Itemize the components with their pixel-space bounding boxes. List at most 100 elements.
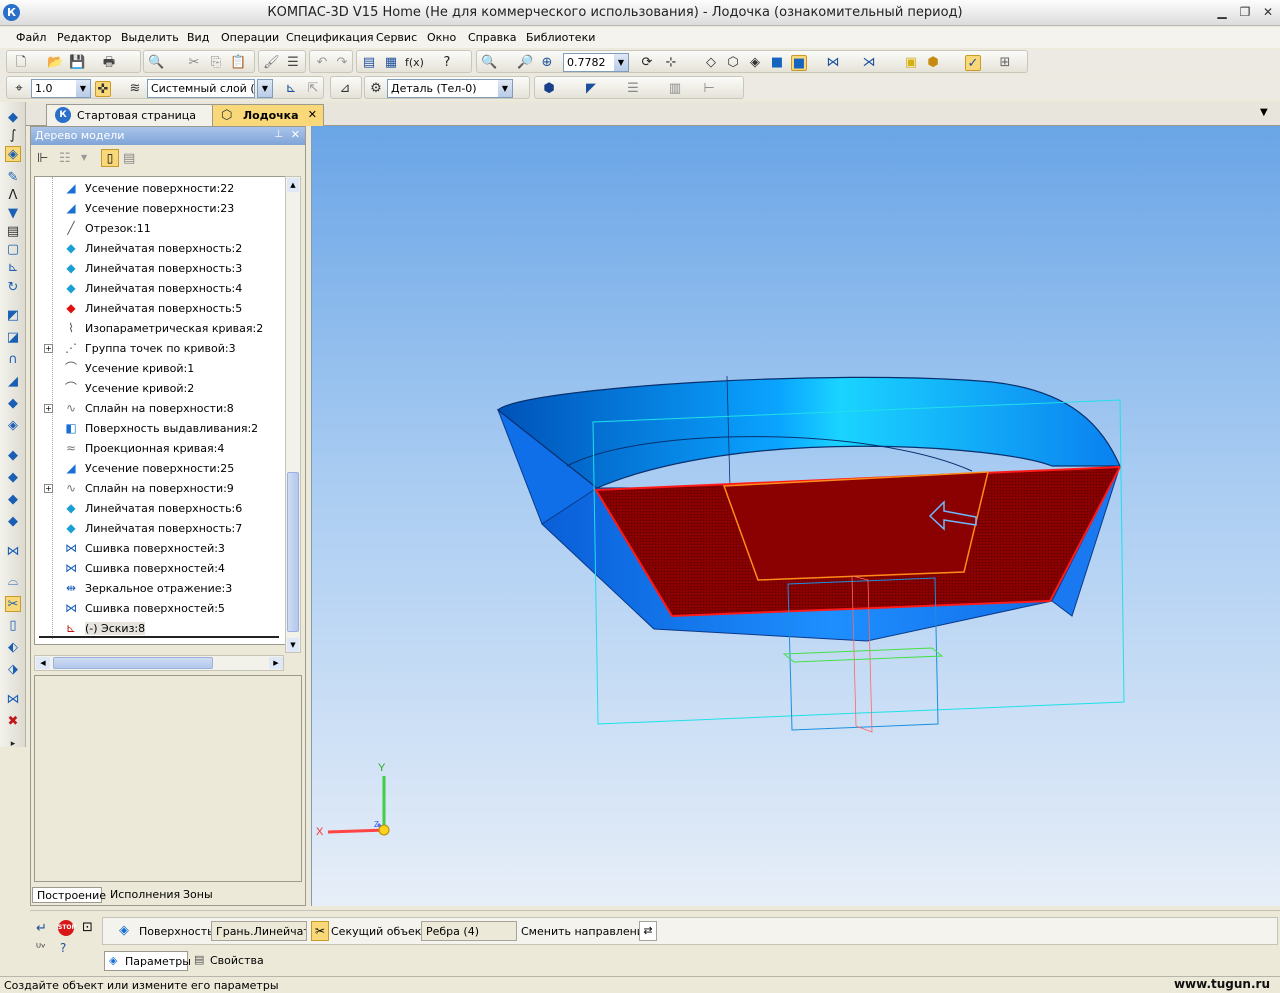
rotate-op-icon[interactable]: ↻	[5, 280, 21, 296]
geometry-icon[interactable]: ◆	[5, 110, 21, 126]
menu-service[interactable]: Сервис	[376, 31, 417, 44]
tree-item[interactable]: + ∿ Сплайн на поверхности:8	[35, 398, 287, 418]
menu-help[interactable]: Справка	[468, 31, 516, 44]
equidistant-icon[interactable]: ◆	[5, 492, 21, 508]
zoom-scale-icon[interactable]: 🔎	[517, 55, 533, 71]
stitch-surfaces-icon[interactable]: ⋈	[5, 692, 21, 708]
edit-part-icon[interactable]: ✎	[5, 170, 21, 186]
table-icon[interactable]: ▥	[667, 81, 683, 97]
view-icon[interactable]: ⇱	[305, 81, 321, 97]
tree-item[interactable]: ⋈ Сшивка поверхностей:4	[35, 558, 287, 578]
tree-item[interactable]: ⋈ Сшивка поверхностей:3	[35, 538, 287, 558]
hidden-lines-icon[interactable]: ⬡	[725, 55, 741, 71]
sketch-line-icon[interactable]: Λ	[5, 188, 21, 204]
tree-view-icon[interactable]: ▯	[101, 149, 119, 167]
tree-item[interactable]: ◆ Линейчатая поверхность:6	[35, 498, 287, 518]
hscroll-thumb[interactable]	[53, 657, 213, 669]
uv-icon[interactable]: ᵁᵛ	[36, 941, 46, 954]
zoom-in-icon[interactable]: ⊕	[539, 55, 555, 71]
help-pointer-icon[interactable]: ?	[439, 55, 455, 71]
tree-tab-zones[interactable]: Зоны	[181, 887, 215, 902]
tree-item[interactable]: ◢ Усечение поверхности:25	[35, 458, 287, 478]
menu-file[interactable]: Файл	[16, 31, 46, 44]
step-combo[interactable]: 1.0 ▼	[31, 79, 91, 98]
detail-cube-icon[interactable]: ▣	[903, 55, 919, 71]
close-icon[interactable]: ✕	[1260, 5, 1276, 19]
layers-icon[interactable]: ☰	[625, 81, 641, 97]
tab-lodochka[interactable]: ⬡ Лодочка ✕	[212, 104, 324, 126]
paste-icon[interactable]: 📋	[230, 55, 246, 71]
tree-item[interactable]: ◆ Линейчатая поверхность:3	[35, 258, 287, 278]
loft-surface-icon[interactable]: ◢	[5, 374, 21, 390]
delete-faces-icon[interactable]: ✖	[5, 714, 21, 730]
pin-icon[interactable]: ⊥	[274, 129, 283, 140]
undo-icon[interactable]: ↶	[314, 55, 330, 71]
manager-icon[interactable]: ▤	[361, 55, 377, 71]
sheet-icon[interactable]: ▢	[5, 242, 21, 258]
menu-libraries[interactable]: Библиотеки	[526, 31, 595, 44]
save-icon[interactable]: 💾	[69, 55, 85, 71]
filter-icon[interactable]: ▼	[5, 206, 21, 222]
rotate-icon[interactable]: ⟳	[639, 55, 655, 71]
layer-combo-dropdown[interactable]: ▼	[257, 79, 273, 98]
fillet-surface-icon[interactable]: ⌓	[5, 574, 21, 590]
tree-item[interactable]: ◆ Линейчатая поверхность:4	[35, 278, 287, 298]
layer-icon[interactable]: ≋	[127, 81, 143, 97]
tree-item[interactable]: ◢ Усечение поверхности:23	[35, 198, 287, 218]
rotation-surface-icon[interactable]: ◪	[5, 330, 21, 346]
thin-lines-icon[interactable]: ◈	[747, 55, 763, 71]
cut-surface-icon[interactable]: ⬗	[5, 662, 21, 678]
minimize-icon[interactable]: ▁	[1214, 5, 1230, 19]
help-icon[interactable]: ?	[60, 941, 66, 955]
model-viewport[interactable]: X Y Z	[311, 126, 1280, 906]
scroll-left-icon[interactable]: ◀	[36, 657, 50, 669]
tree-mode-icon[interactable]: ☷	[59, 151, 71, 166]
tree-item[interactable]: ◆ Линейчатая поверхность:7	[35, 518, 287, 538]
tab-properties[interactable]: ▤ Свойства	[192, 951, 272, 971]
dimension-icon[interactable]: ⊢	[701, 81, 717, 97]
expand-icon[interactable]: +	[44, 344, 53, 353]
tree-item[interactable]: ╱ Отрезок:11	[35, 218, 287, 238]
filter-objects-icon[interactable]: ⋊	[861, 55, 877, 71]
change-direction-button[interactable]: ⇄	[639, 921, 657, 941]
tree-structure-icon[interactable]: ⊩	[37, 151, 48, 166]
menu-window[interactable]: Окно	[427, 31, 456, 44]
spec-icon[interactable]: ▤	[5, 224, 21, 240]
scroll-thumb[interactable]	[287, 472, 299, 632]
menu-editor[interactable]: Редактор	[57, 31, 112, 44]
tree-item[interactable]: ◢ Усечение поверхности:22	[35, 178, 287, 198]
menu-specification[interactable]: Спецификация	[286, 31, 373, 44]
boat-model-svg[interactable]: X Y Z	[312, 126, 1280, 906]
tab-start-page[interactable]: К Стартовая страница	[46, 104, 218, 126]
tree-sort-icon[interactable]: ▤	[123, 151, 135, 166]
tree-hscrollbar[interactable]: ◀ ▶	[34, 655, 284, 671]
assembly-icon[interactable]: ⬢	[925, 55, 941, 71]
measure-icon[interactable]: ⊞	[997, 55, 1013, 71]
menu-view[interactable]: Вид	[187, 31, 209, 44]
chevron-down-icon[interactable]: ▼	[498, 80, 512, 97]
tree-item[interactable]: ◧ Поверхность выдавливания:2	[35, 418, 287, 438]
part-combo[interactable]: Деталь (Тел-0) ▼	[387, 79, 513, 98]
tree-item[interactable]: + ⋰ Группа точек по кривой:3	[35, 338, 287, 358]
tree-item[interactable]: ⌒ Усечение кривой:2	[35, 378, 287, 398]
chevron-down-icon[interactable]: ▼	[76, 80, 90, 97]
chevron-down-icon[interactable]: ▼	[81, 153, 87, 162]
tree-item[interactable]: ⌒ Усечение кривой:1	[35, 358, 287, 378]
menu-operations[interactable]: Операции	[221, 31, 279, 44]
color-icon[interactable]: ◤	[583, 81, 599, 97]
brush-icon[interactable]: 🖌	[263, 55, 280, 71]
surfaces-icon[interactable]: ◈	[5, 146, 21, 162]
stitch-icon[interactable]: ⋈	[5, 544, 21, 560]
split-surface-icon[interactable]: ⬖	[5, 640, 21, 656]
scroll-up-icon[interactable]: ▲	[287, 178, 299, 192]
network-surface-icon[interactable]: ◆	[5, 448, 21, 464]
tree-item[interactable]: ◆ Линейчатая поверхность:5	[35, 298, 287, 318]
tree-item[interactable]: ◆ Линейчатая поверхность:2	[35, 238, 287, 258]
tree-rollback-line[interactable]	[39, 636, 279, 638]
cut-icon[interactable]: ✂	[186, 55, 202, 71]
new-document-icon[interactable]: 🗋	[13, 55, 29, 71]
tree-item[interactable]: ⌇ Изопараметрическая кривая:2	[35, 318, 287, 338]
surface-field[interactable]: Грань.Линейчата	[211, 921, 307, 941]
expand-icon[interactable]: +	[44, 484, 53, 493]
print-icon[interactable]: 🖶	[101, 55, 117, 71]
